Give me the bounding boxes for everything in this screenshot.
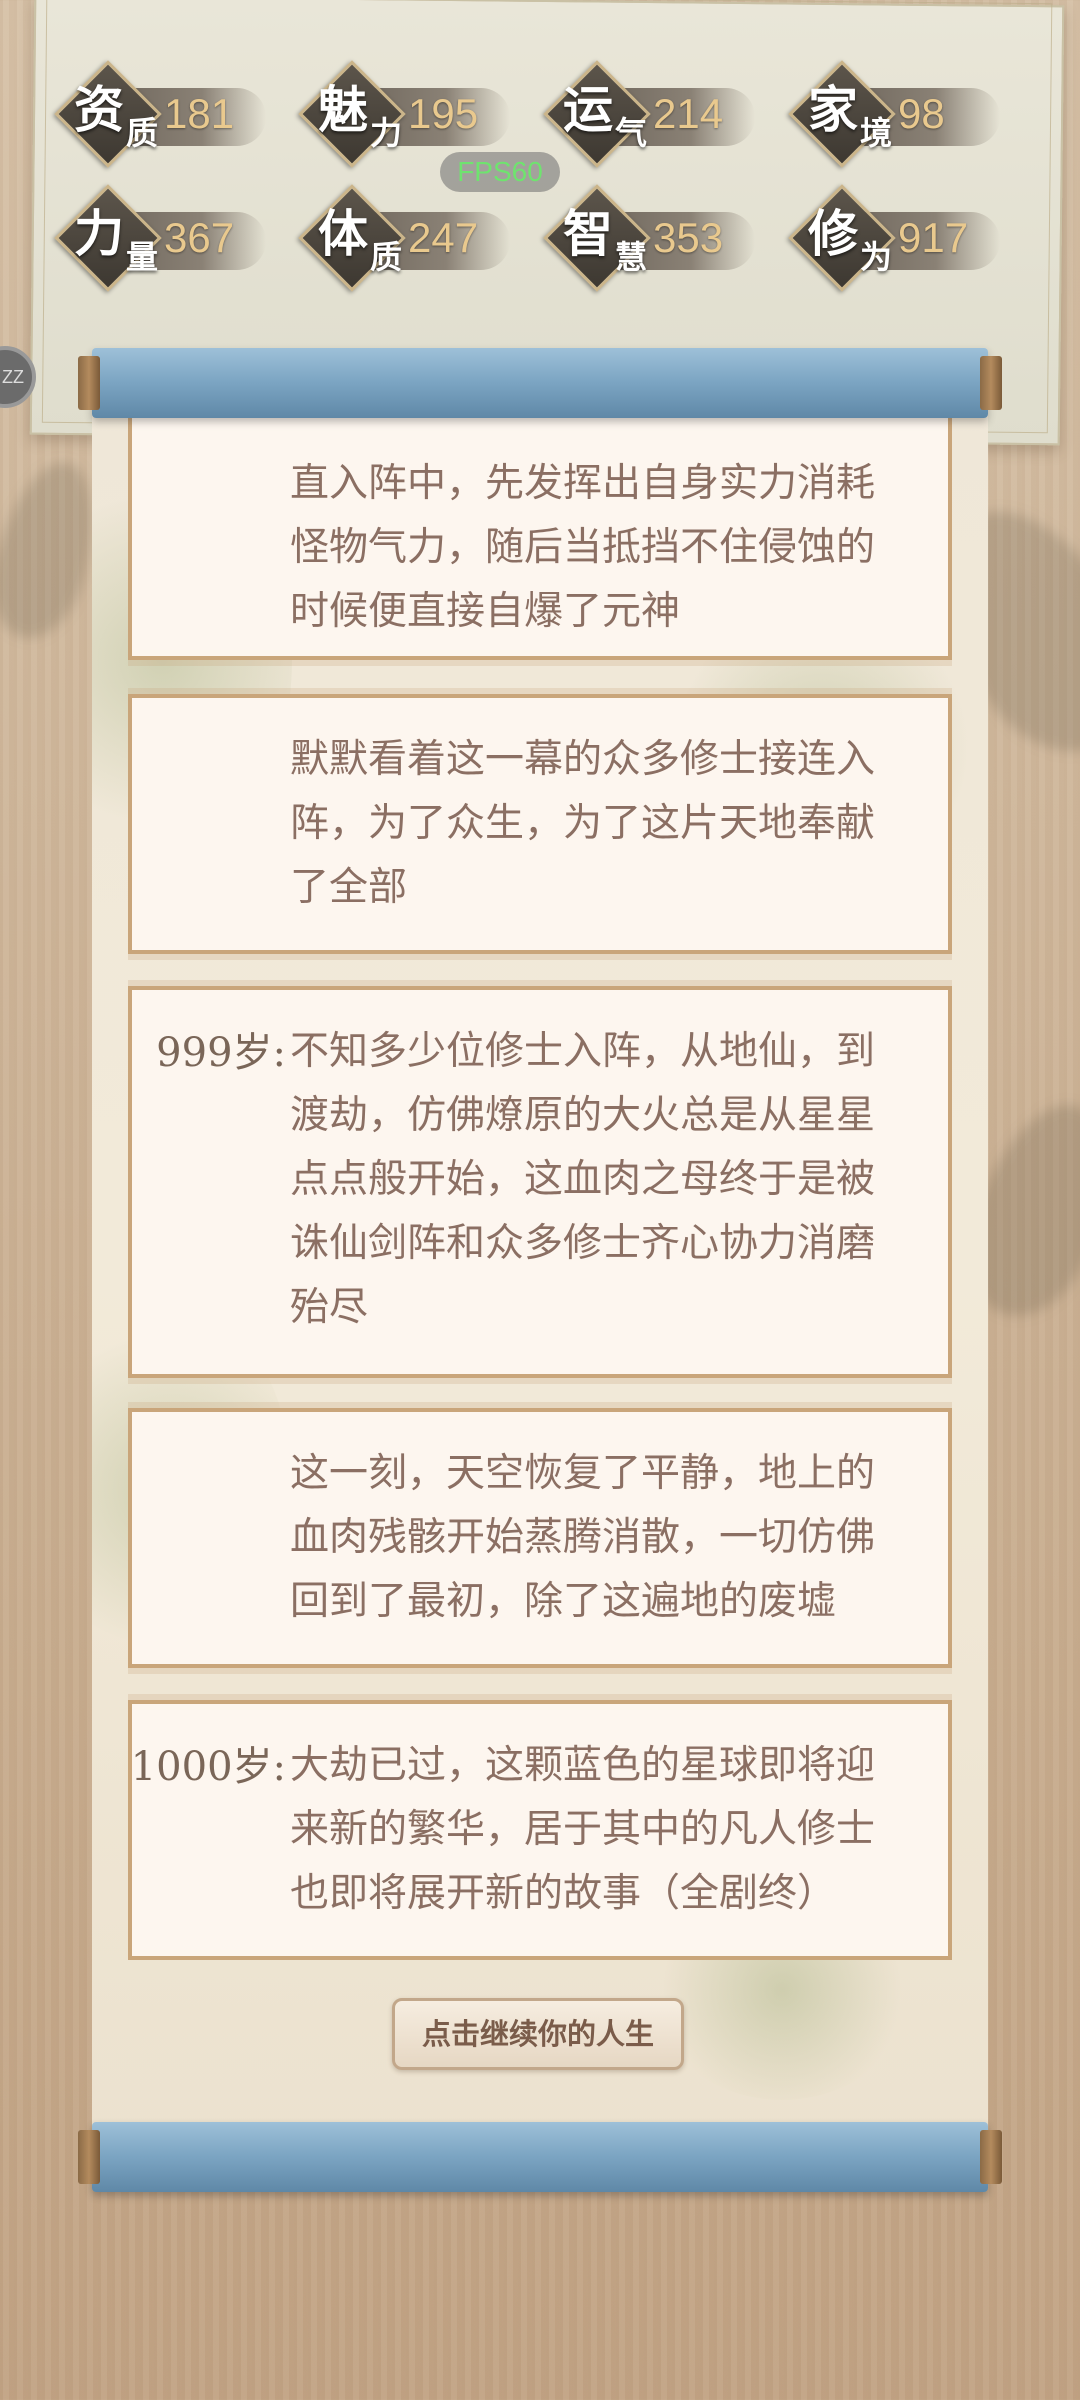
stat-label-main: 家: [808, 80, 858, 139]
stat-label-sub: 质: [370, 238, 403, 276]
stat-label-main: 智: [563, 204, 613, 263]
stat-label-sub: 境: [860, 114, 893, 152]
life-log-entry: 999岁: 不知多少位修士入阵，从地仙，到渡劫，仿佛燎原的大火总是从星星点点般开…: [128, 986, 952, 1378]
life-log-entry: 默默看着这一幕的众多修士接连入阵，为了众生，为了这片天地奉献了全部: [128, 694, 952, 954]
entry-age: 1000岁:: [130, 1744, 286, 1790]
stat-label-sub: 慧: [615, 238, 648, 276]
rod-cap: [980, 2130, 1002, 2184]
entry-text: 这一刻，天空恢复了平静，地上的血肉残骸开始蒸腾消散，一切仿佛回到了最初，除了这遍…: [290, 1451, 876, 1624]
stat-aptitude[interactable]: 资 质 181: [54, 60, 266, 168]
stat-label-sub: 气: [615, 114, 648, 152]
stat-label-sub: 量: [126, 238, 159, 276]
rod-cap: [78, 2130, 100, 2184]
life-log-entry: 直入阵中，先发挥出自身实力消耗怪物气力，随后当抵挡不住侵蚀的时候便直接自爆了元神: [128, 400, 952, 660]
stat-wisdom[interactable]: 智 慧 353: [543, 184, 755, 292]
life-log-list[interactable]: 直入阵中，先发挥出自身实力消耗怪物气力，随后当抵挡不住侵蚀的时候便直接自爆了元神…: [128, 400, 952, 1960]
stat-label-sub: 质: [126, 114, 159, 152]
stat-value: 367: [164, 214, 235, 261]
stat-label-main: 修: [808, 204, 858, 263]
stat-cultivation[interactable]: 修 为 917: [788, 184, 1000, 292]
life-log-entry: 1000岁: 大劫已过，这颗蓝色的星球即将迎来新的繁华，居于其中的凡人修士也即将…: [128, 1700, 952, 1960]
stat-label-main: 运: [563, 80, 613, 139]
entry-text: 默默看着这一幕的众多修士接连入阵，为了众生，为了这片天地奉献了全部: [290, 737, 876, 910]
fps-counter: FPS60: [440, 152, 560, 192]
stat-value: 181: [164, 90, 235, 137]
stat-strength[interactable]: 力 量 367: [54, 184, 266, 292]
stat-label-main: 魅: [318, 80, 368, 139]
stat-value: 917: [898, 214, 969, 261]
stat-label-sub: 力: [370, 114, 403, 152]
entry-text: 不知多少位修士入阵，从地仙，到渡劫，仿佛燎原的大火总是从星星点点般开始，这血肉之…: [290, 1029, 876, 1330]
rod-cap: [78, 356, 100, 410]
stat-luck[interactable]: 运 气 214: [543, 60, 755, 168]
scroll-top-rod: [78, 348, 1002, 418]
stat-label-main: 资: [74, 80, 124, 139]
entry-text: 直入阵中，先发挥出自身实力消耗怪物气力，随后当抵挡不住侵蚀的时候便直接自爆了元神: [290, 461, 876, 634]
entry-age: 999岁:: [156, 1030, 286, 1076]
stat-family[interactable]: 家 境 98: [788, 60, 1000, 168]
stat-constitution[interactable]: 体 质 247: [298, 184, 510, 292]
stat-value: 247: [408, 214, 479, 261]
stat-value: 98: [898, 90, 945, 137]
stat-label-main: 力: [74, 204, 124, 263]
entry-text: 大劫已过，这颗蓝色的星球即将迎来新的繁华，居于其中的凡人修士也即将展开新的故事（…: [290, 1743, 876, 1916]
life-log-entry: 这一刻，天空恢复了平静，地上的血肉残骸开始蒸腾消散，一切仿佛回到了最初，除了这遍…: [128, 1408, 952, 1668]
stat-value: 353: [653, 214, 724, 261]
continue-life-button[interactable]: 点击继续你的人生: [392, 1998, 684, 2070]
stat-value: 195: [408, 90, 479, 137]
rod-cap: [980, 356, 1002, 410]
stat-value: 214: [653, 90, 724, 137]
stat-label-main: 体: [318, 204, 368, 263]
stat-label-sub: 为: [860, 238, 893, 276]
stat-charm[interactable]: 魅 力 195: [298, 60, 510, 168]
scroll-bottom-rod: [78, 2122, 1002, 2192]
